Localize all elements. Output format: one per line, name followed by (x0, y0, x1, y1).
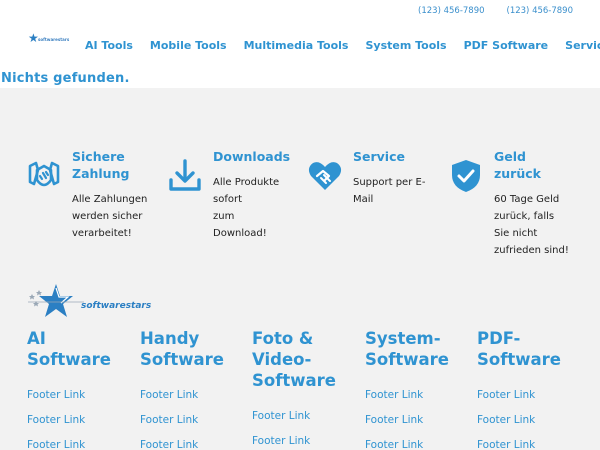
footer-logo[interactable]: softwarestars (26, 282, 186, 320)
phone-link-1[interactable]: (123) 456-7890 (418, 6, 484, 16)
footer-link[interactable]: Footer Link (140, 389, 198, 401)
footer-column-foto-video-software: Foto & Video- Software Footer Link Foote… (252, 328, 362, 447)
features-section: Sichere Zahlung Alle Zahlungen werden si… (0, 148, 600, 258)
heart-handshake-icon (308, 162, 342, 190)
shield-check-icon (452, 160, 480, 192)
footer-link[interactable]: Footer Link (365, 439, 423, 450)
phone-link-2[interactable]: (123) 456-7890 (507, 6, 573, 16)
download-icon (169, 159, 201, 191)
nav-system-tools[interactable]: System Tools (365, 39, 446, 52)
nav-service[interactable]: Service (565, 39, 600, 52)
footer-link[interactable]: Footer Link (365, 389, 423, 401)
footer-link[interactable]: Footer Link (27, 439, 85, 450)
footer-column-pdf-software: PDF- Software Footer Link Footer Link Fo… (477, 328, 587, 450)
footer-link[interactable]: Footer Link (477, 389, 535, 401)
footer-logo-text: softwarestars (81, 301, 152, 311)
footer-column-title: Handy Software (140, 329, 224, 369)
feature-description: 60 Tage Geld zurück, falls Sie nicht zuf… (494, 194, 569, 256)
footer-link[interactable]: Footer Link (252, 435, 310, 447)
feature-description: Support per E- Mail (353, 177, 426, 205)
footer-link[interactable]: Footer Link (477, 414, 535, 426)
footer-column-handy-software: Handy Software Footer Link Footer Link F… (140, 328, 250, 450)
footer-link[interactable]: Footer Link (477, 439, 535, 450)
nav-ai-tools[interactable]: AI Tools (85, 39, 133, 52)
footer-column-title: AI Software (27, 329, 111, 369)
phone-numbers: (123) 456-7890 (123) 456-7890 (418, 6, 573, 16)
footer-link[interactable]: Footer Link (27, 414, 85, 426)
footer-column-system-software: System- Software Footer Link Footer Link… (365, 328, 475, 450)
footer-column-title: PDF- Software (477, 329, 561, 369)
footer-link[interactable]: Footer Link (140, 439, 198, 450)
feature-title: Sichere Zahlung (72, 149, 130, 181)
footer-column-ai-software: AI Software Footer Link Footer Link Foot… (27, 328, 137, 450)
feature-title: Downloads (213, 149, 291, 164)
not-found-message: Nichts gefunden. (1, 71, 130, 86)
site-logo[interactable]: ★ softwarestars (28, 32, 72, 47)
nav-mobile-tools[interactable]: Mobile Tools (150, 39, 227, 52)
feature-description: Alle Zahlungen werden sicher verarbeitet… (72, 194, 148, 239)
nav-multimedia-tools[interactable]: Multimedia Tools (244, 39, 349, 52)
nav-pdf-software[interactable]: PDF Software (464, 39, 549, 52)
feature-description: Alle Produkte sofort zum Download! (213, 177, 280, 239)
not-found-banner: Nichts gefunden. (0, 70, 600, 88)
footer-link[interactable]: Footer Link (365, 414, 423, 426)
feature-title: Geld zurück (494, 149, 541, 181)
footer-column-title: Foto & Video- Software (252, 329, 336, 390)
footer-link[interactable]: Footer Link (252, 410, 310, 422)
feature-title: Service (353, 149, 405, 164)
footer-link[interactable]: Footer Link (27, 389, 85, 401)
footer-link[interactable]: Footer Link (140, 414, 198, 426)
site-header: (123) 456-7890 (123) 456-7890 ★ software… (0, 0, 600, 70)
handshake-shield-icon (28, 161, 60, 187)
logo-text: softwarestars (38, 37, 70, 42)
footer-column-title: System- Software (365, 329, 449, 369)
main-navigation: AI Tools Mobile Tools Multimedia Tools S… (85, 39, 600, 52)
star-logo-icon (28, 284, 84, 317)
